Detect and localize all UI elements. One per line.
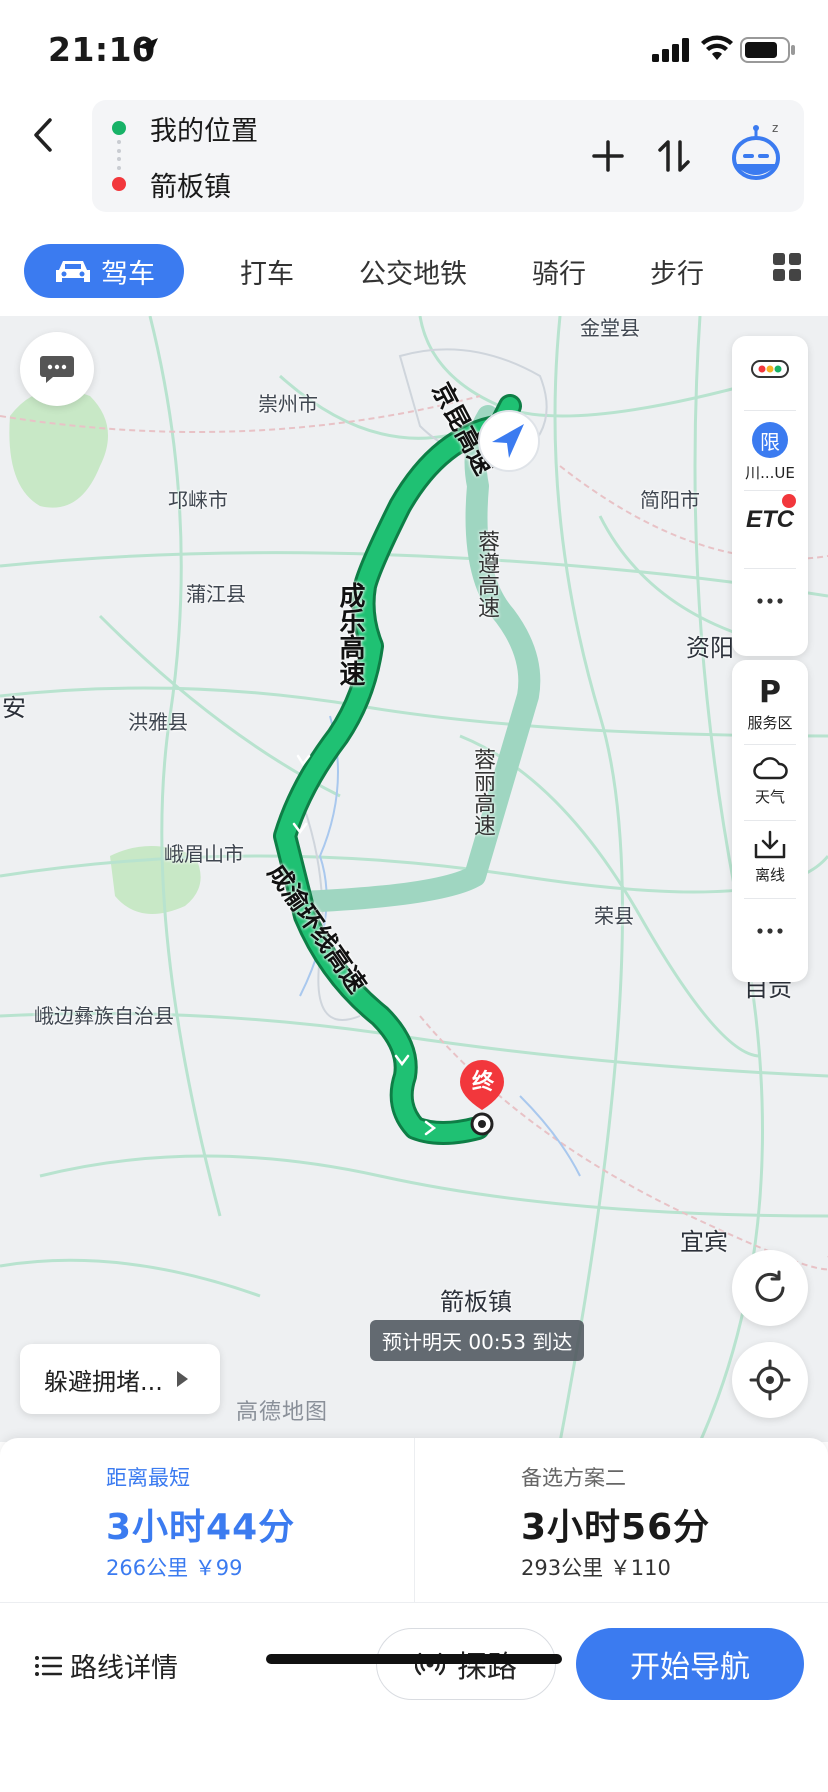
service-area-button[interactable]: P 服务区 [732,678,808,733]
restriction-plate: 川...UE [745,464,795,482]
probe-label: 探路 [457,1650,517,1685]
locate-me-button[interactable] [732,1342,808,1418]
list-icon [35,1655,62,1676]
plan-2-duration: 3小时56分 [521,1507,711,1548]
plan-2-meta: 293公里 ￥110 [521,1556,671,1580]
plan-option-2[interactable]: 备选方案二 3小时56分 293公里 ￥110 [414,1438,828,1602]
map-tools-panel-2: P 服务区 天气 离线 [732,660,808,982]
place-jianyang: 简阳市 [640,488,700,512]
probe-button[interactable]: 探路 [376,1628,556,1700]
etc-button[interactable]: ETC [732,506,808,534]
road-label-chengle: 成乐高速 [335,582,365,686]
place-qionglai: 邛崃市 [168,488,228,512]
tab-transit[interactable]: 公交地铁 [348,244,478,298]
download-icon [754,830,786,859]
service-area-label: 服务区 [747,714,793,732]
route-header: 我的位置 箭板镇 z [0,96,828,226]
tab-drive[interactable]: 驾车 [24,244,184,298]
tab-drive-label: 驾车 [101,258,155,290]
home-indicator [266,1654,562,1664]
end-point-row[interactable]: 箭板镇 [92,156,231,212]
restriction-badge: 限 [752,422,788,458]
route-input-box: 我的位置 箭板镇 z [92,100,804,212]
sheet-divider [0,1602,828,1603]
refresh-icon [755,1270,785,1302]
back-icon[interactable] [24,110,64,160]
road-label-rongzun: 蓉遵高速 [474,530,499,618]
car-icon [56,261,90,282]
route-details-button[interactable]: 路线详情 [34,1646,178,1685]
start-point-label: 我的位置 [150,115,258,147]
plan-1-tag: 距离最短 [106,1466,190,1490]
plan-option-1[interactable]: 距离最短 3小时44分 266公里 ￥99 [0,1438,414,1602]
weather-button[interactable]: 天气 [732,754,808,807]
end-point-label: 箭板镇 [150,171,231,203]
plan-1-duration: 3小时44分 [106,1507,296,1548]
etc-label: ETC [746,506,794,533]
restriction-button[interactable]: 限 川...UE [732,422,808,483]
crosshair-icon [749,1359,791,1401]
tab-taxi[interactable]: 打车 [222,244,312,298]
place-yibin: 宜宾 [680,1228,728,1256]
place-pujiang: 蒲江县 [186,582,246,606]
traffic-layer-button[interactable] [732,358,808,380]
place-ebian: 峨边彝族自治县 [34,1004,174,1028]
map-canvas [0,316,828,1442]
start-dot-icon [112,121,126,135]
traffic-light-icon [751,360,789,378]
place-ziyang: 资阳 [686,634,734,662]
place-chongzhou: 崇州市 [258,392,318,416]
start-navigation-button[interactable]: 开始导航 [576,1628,804,1700]
place-emeishan: 峨眉山市 [164,842,244,866]
chat-button[interactable] [20,332,94,406]
place-jintang: 金堂县 [580,316,640,340]
route-plans-sheet: 距离最短 3小时44分 266公里 ￥99 备选方案二 3小时56分 293公里… [0,1438,828,1792]
assistant-robot-icon[interactable]: z [728,118,788,188]
place-rongxian: 荣县 [594,904,634,928]
cellular-signal-icon [652,38,689,62]
route-details-label: 路线详情 [70,1653,178,1684]
add-waypoint-icon[interactable] [582,126,634,186]
more-tools-button[interactable] [732,586,808,616]
more-modes-grid-icon[interactable] [772,252,802,282]
map-logo: 高德地图 [236,1400,329,1425]
avoid-congestion-label: 躲避拥堵... [44,1367,163,1396]
place-an: 安 [2,694,26,722]
road-label-rongli: 蓉丽高速 [470,748,495,836]
battery-icon [740,37,795,63]
avoid-congestion-button[interactable]: 躲避拥堵... [20,1344,220,1414]
current-location-icon [478,410,540,472]
tab-walk[interactable]: 步行 [632,244,722,298]
service-area-icon: P [759,675,781,710]
more-dots-icon [757,928,783,934]
offline-label: 离线 [754,866,785,884]
map-tools-panel: 限 川...UE ETC [732,336,808,656]
status-bar: 21:10 [0,0,828,96]
weather-label: 天气 [754,788,785,806]
location-arrow-icon [136,38,158,60]
offline-button[interactable]: 离线 [732,830,808,885]
route-map[interactable]: 京昆高速 成乐高速 成渝环线高速 蓉遵高速 蓉丽高速 金堂县 崇州市 邛崃市 简… [0,316,828,1442]
destination-label: 箭板镇 [440,1288,512,1316]
svg-text:z: z [772,121,778,135]
more-dots-icon [757,598,783,604]
refresh-route-button[interactable] [732,1250,808,1326]
end-marker-label: 终 [471,1070,494,1095]
etc-notice-dot [782,494,796,508]
eta-tooltip: 预计明天 00:53 到达 [370,1320,585,1361]
place-hongya: 洪雅县 [128,710,188,734]
tab-bike[interactable]: 骑行 [514,244,604,298]
plan-1-meta: 266公里 ￥99 [106,1556,243,1580]
chat-bubble-icon [40,356,74,383]
more-tools-button-2[interactable] [732,916,808,946]
wifi-icon [701,35,733,60]
travel-mode-tabs: 驾车 打车 公交地铁 骑行 步行 [0,226,828,316]
play-triangle-icon [176,1371,188,1387]
end-dot-icon [112,177,126,191]
swap-icon[interactable] [648,126,700,186]
cloud-icon [753,757,788,780]
plan-2-tag: 备选方案二 [521,1466,626,1490]
